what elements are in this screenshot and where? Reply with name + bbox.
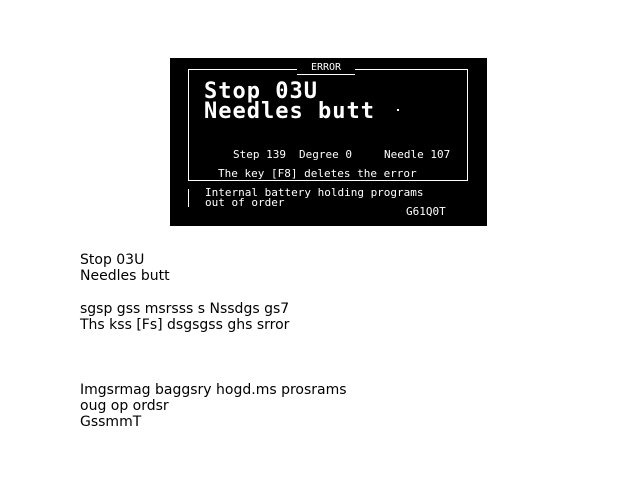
ocr-line-7: GssmmT xyxy=(80,414,142,430)
ocr-line-4: Ths kss [Fs] dsgsgss ghs srror xyxy=(80,317,290,333)
dot-mark xyxy=(397,109,399,111)
degree-readout: Degree 0 xyxy=(299,148,352,161)
ocr-line-5: Imgsrmag baggsry hogd.ms prosrams xyxy=(80,382,347,398)
error-display-screen: ERROR Stop 03U Needles butt Step 139 Deg… xyxy=(170,58,487,226)
ocr-line-1: Stop 03U xyxy=(80,252,145,268)
step-readout: Step 139 xyxy=(233,148,286,161)
needle-readout: Needle 107 xyxy=(384,148,451,161)
ocr-line-2: Needles butt xyxy=(80,268,170,284)
message-bar-marker xyxy=(188,189,189,207)
ocr-line-3: sgsp gss msrsss s Nssdgs gs7 xyxy=(80,301,290,317)
error-title-line2: Needles butt xyxy=(204,99,375,124)
ocr-line-6: oug op ordsr xyxy=(80,398,169,414)
error-frame-title: ERROR xyxy=(297,62,355,75)
delete-error-hint: The key [F8] deletes the error xyxy=(218,167,417,180)
error-code: G61Q0T xyxy=(406,205,446,218)
battery-message-line2: out of order xyxy=(205,196,285,209)
